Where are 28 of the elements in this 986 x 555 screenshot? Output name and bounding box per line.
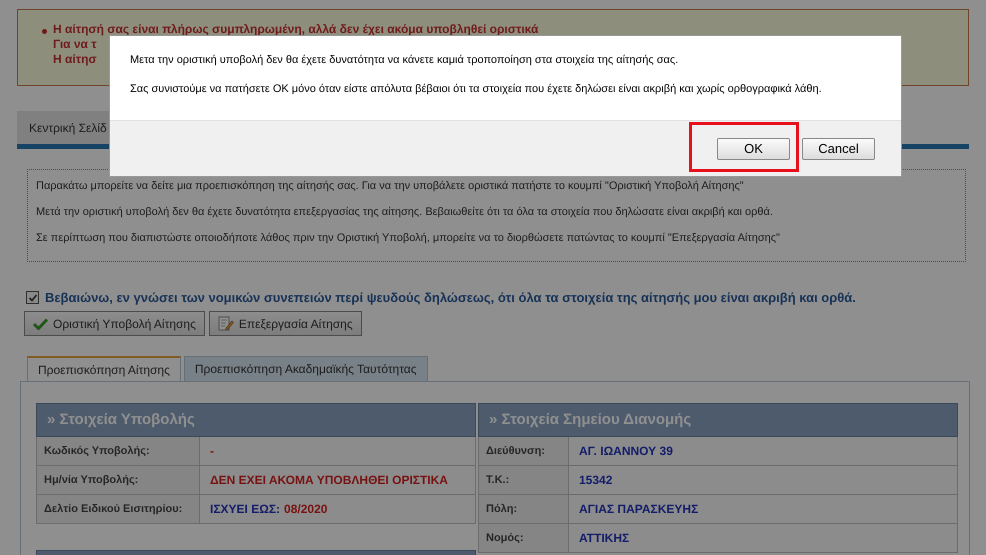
info-text: Παρακάτω μπορείτε να δείτε μια προεπισκόπηση της αίτησής σας. Για να την υποβάλετε οριστικά πατήστε το κουμπί "Οριστική Υποβολή Αίτησης" — [36, 180, 745, 192]
alert-text: Η αίτησ — [53, 52, 97, 67]
bullet-icon — [42, 29, 47, 34]
preview-tab[interactable]: Προεπισκόπηση Ακαδημαϊκής Ταυτότητας — [184, 356, 428, 381]
table-header: » Στοιχεία Υποβολής — [36, 403, 476, 437]
preview-tab[interactable]: Προεπισκόπηση Αίτησης — [27, 356, 181, 381]
alert-text: Η αίτησή σας είναι πλήρως συμπληρωμένη, αλλά δεν έχει ακόμα υποβληθεί οριστικά — [53, 22, 538, 37]
cancel-button[interactable]: Cancel — [802, 138, 875, 160]
edit-button[interactable]: Επεξεργασία Αίτησης — [208, 311, 362, 336]
submit-button[interactable]: Οριστική Υποβολή Αίτησης — [24, 311, 205, 336]
table-cell: Δελτίο Ειδικού Εισιτηρίου: — [37, 495, 200, 523]
table-cell: Πόλη: — [479, 495, 569, 523]
table-cell: Τ.Κ.: — [479, 466, 569, 494]
dialog-message: Σας συνιστούμε να πατήσετε ΟΚ μόνο όταν είστε απόλυτα βέβαιοι ότι τα στοιχεία που έχετε δηλώσει είναι ακριβή και χωρίς ορθογραφικά λάθη. — [130, 83, 823, 95]
table-cell: Ημ/νία Υποβολής: — [37, 466, 200, 494]
pencil-document-icon — [218, 316, 234, 331]
alert-text: Για να τ — [53, 37, 97, 52]
table-cell: Διεύθυνση: — [479, 437, 569, 465]
checkbox[interactable] — [26, 291, 39, 304]
table-header: » Στοιχεία Σημείου Διανομής — [478, 403, 958, 437]
ok-button[interactable]: OK — [717, 138, 790, 160]
table-cell: Κωδικός Υποβολής: — [37, 437, 200, 465]
info-text: Σε περίπτωση που διαπιστώστε οποιοδήποτε λάθος πριν την Οριστική Υποβολή, μπορείτε να το διορθώσετε πατώντας το κουμπί "Επεξεργασία Αίτησης" — [36, 232, 781, 244]
dialog-message: Μετα την οριστική υποβολή δεν θα έχετε δυνατότητα να κάνετε καμιά τροποποίηση στα στοιχεία της αίτησής σας. — [130, 54, 680, 66]
table-cell: Νομός: — [479, 524, 569, 552]
declaration-label: Βεβαιώνω, εν γνώσει των νομικών συνεπειών περί ψευδούς δηλώσεως, ότι όλα τα στοιχεία της αίτησής μου είναι ακριβή και ορθά. — [45, 290, 856, 305]
info-text: Μετά την οριστική υποβολή δεν θα έχετε δυνατότητα επεξεργασίας της αίτησης. Βεβαιωθείτε ότι τα όλα τα στοιχεία που δηλώσατε είναι ακριβή και ορθά. — [36, 206, 774, 218]
check-icon — [33, 318, 48, 330]
